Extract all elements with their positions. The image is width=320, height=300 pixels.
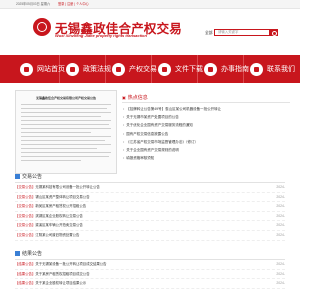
list-item[interactable]: 关于优化企业国有资产交易服务流程的通知 [123,121,288,129]
nav-item-guide[interactable]: 办事指南 [198,55,249,83]
table-row[interactable]: 【结果公告】关于某房产租赁权招租项目成交公告 2024- [15,270,285,280]
hot-news-divider [122,102,290,103]
site-subtitle: Wuxi Xinzheng Jiahe property rights tran… [55,33,147,38]
contact-icon [250,62,263,76]
list-item[interactable]: 关于企业国有资产交易规则的说明 [123,146,288,154]
table-row[interactable]: 【交易公告】江阴某公司废旧物资处置公告 2024- [15,231,285,241]
table-row[interactable]: 【交易公告】梁溪区某车辆公开拍卖交易公告 2024- [15,221,285,231]
document-icon [66,62,79,76]
login-links[interactable]: 登录 | 注册 | 个人中心 [58,0,89,8]
list-icon [15,173,20,179]
table-row[interactable]: 【结果公告】关于无锡某设备一批公开转让项目成交结果公告 2024- [15,260,285,270]
featured-document-image[interactable]: 无锡鑫政佳合产权交易有限公司产权交易公告 [15,90,117,174]
nav-item-trading[interactable]: 产权交易 [106,55,157,83]
home-icon [20,62,33,76]
search-button[interactable] [269,29,278,36]
download-icon [158,62,171,76]
nav-item-label: 联系我们 [267,66,295,73]
section-result-announcements: 结果公告 【结果公告】关于无锡某设备一批公开转让项目成交结果公告 2024- 【结… [15,250,285,289]
list-item[interactable]: 国有产权交易信息披露公告 [123,130,288,138]
exchange-icon [112,62,125,76]
list-item[interactable]: 《江苏省产权交易市场监督管理办法》（修订） [123,138,288,146]
guide-icon [204,62,217,76]
hot-news-title: 热点信息 [122,94,148,101]
nav-item-download[interactable]: 文件下载 [152,55,203,83]
logo-emblem-icon[interactable] [33,18,51,36]
section-title[interactable]: 结果公告 [15,250,285,260]
table-row[interactable]: 【交易公告】无锡某科技有限公司设备一批公开转让公告 2024- [15,183,285,193]
nav-item-home[interactable]: 网站首页 [14,55,65,83]
list-item[interactable]: 填报资格审核须知 [123,154,288,162]
table-row[interactable]: 【交易公告】滨湖区某企业股权转让交易公告 2024- [15,212,285,222]
list-icon [15,250,20,256]
search-scope-select[interactable]: 全部 [205,31,213,36]
table-row[interactable]: 【结果公告】关于某企业股权转让项目结果公示 2024- [15,279,285,289]
table-row[interactable]: 【交易公告】新吴区某房产租赁权公开招租公告 2024- [15,202,285,212]
section-trade-announcements: 交易公告 【交易公告】无锡某科技有限公司设备一批公开转让公告 2024- 【交易公… [15,173,285,241]
section-title[interactable]: 交易公告 [15,173,285,183]
current-date: 2025年05月03日 星期六 [16,2,51,6]
table-row[interactable]: 【交易公告】锡山区某资产整体转让项目交易公告 2024- [15,193,285,203]
main-nav: 网站首页 政策法规 产权交易 文件下载 办事指南 联系我们 [0,55,300,83]
list-item[interactable]: 关于无锡市某资产处置项目的公告 [123,113,288,121]
nav-item-policy[interactable]: 政策法规 [60,55,111,83]
top-bar: 2025年05月03日 星期六 登录 | 注册 | 个人中心 [0,0,300,9]
search-input[interactable]: 请输入关键字 [214,29,270,36]
nav-item-contact[interactable]: 联系我们 [244,55,300,83]
list-item[interactable]: 【挂牌转让公告第49号】惠山区某公司机器设备一批公开转让 [123,105,288,113]
hot-news-list: 【挂牌转让公告第49号】惠山区某公司机器设备一批公开转让 关于无锡市某资产处置项… [123,105,288,162]
featured-document-heading: 无锡鑫政佳合产权交易有限公司产权交易公告 [35,96,96,100]
